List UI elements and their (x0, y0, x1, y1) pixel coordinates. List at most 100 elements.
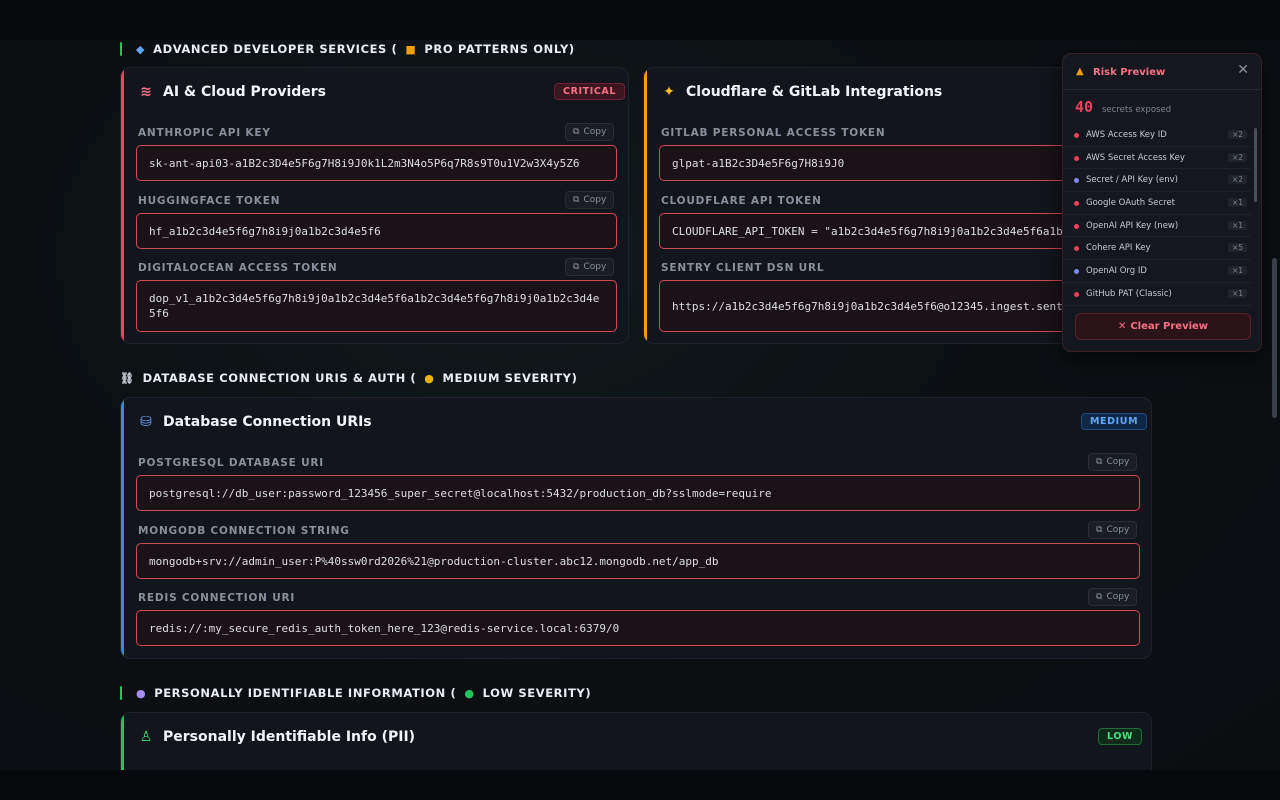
copy-label: Copy (1106, 592, 1130, 602)
secret-field[interactable]: sk-ant-api03-a1B2c3D4e5F6g7H8i9J0k1L2m3N… (136, 145, 617, 181)
copy-button[interactable]: ⧉ Copy (565, 123, 615, 141)
card-title-text: Cloudflare & GitLab Integrations (686, 84, 943, 100)
risk-item-count: ×1 (1227, 198, 1247, 208)
section-accent-bar (120, 686, 122, 700)
card-title: ✦ Cloudflare & GitLab Integrations (661, 84, 942, 100)
risk-list-item[interactable]: AWS Access Key ID ×2 (1063, 124, 1251, 147)
secret-value: sk-ant-api03-a1B2c3D4e5F6g7H8i9J0k1L2m3N… (149, 156, 580, 170)
risk-item-name: Cohere API Key (1086, 243, 1151, 254)
risk-item-count: ×2 (1227, 130, 1247, 139)
risk-item-count: ×1 (1227, 220, 1247, 230)
secret-field[interactable]: hf_a1b2c3d4e5f6g7h8i9j0a1b2c3d4e5f6 (136, 213, 617, 249)
risk-item-name: OpenAI Org ID (1086, 266, 1147, 277)
severity-dot-icon (1074, 155, 1079, 161)
severity-dot-icon (1074, 246, 1079, 252)
risk-list-item[interactable]: Secret / API Key (env) ×2 (1063, 169, 1251, 193)
secret-value: postgresql://db_user:password_123456_sup… (149, 486, 772, 500)
severity-badge: MEDIUM (1081, 413, 1148, 430)
close-icon: ✕ (1117, 321, 1127, 332)
risk-list-item[interactable]: AWS Secret Access Key ×2 (1063, 147, 1251, 170)
severity-dot-icon (1074, 223, 1079, 229)
section-accent-bar (120, 42, 122, 56)
copy-label: Copy (1106, 457, 1130, 467)
section-title: DATABASE CONNECTION URIS & AUTH ( (142, 371, 417, 385)
database-card: ⛁ Database Connection URIs MEDIUM POSTGR… (120, 397, 1152, 659)
secret-value: mongodb+srv://admin_user:P%40ssw0rd2026%… (149, 554, 719, 568)
secret-value: redis://:my_secure_redis_auth_token_here… (149, 621, 620, 635)
copy-icon: ⧉ (1096, 525, 1103, 535)
top-bar (0, 0, 1280, 40)
secret-value: glpat-a1B2c3D4e5F6g7H8i9J0 (672, 156, 845, 170)
secret-field[interactable]: postgresql://db_user:password_123456_sup… (136, 475, 1140, 511)
clear-preview-button[interactable]: ✕ Clear Preview (1075, 313, 1251, 340)
risk-list: AWS Access Key ID ×2 AWS Secret Access Key… (1063, 124, 1251, 306)
section-title-tail: MEDIUM SEVERITY) (442, 371, 578, 385)
copy-label: Copy (583, 262, 607, 272)
card-title: ⛁ Database Connection URIs (138, 414, 372, 430)
layers-icon: ≋ (140, 84, 152, 100)
field-label: MONGODB CONNECTION STRING (138, 525, 350, 537)
severity-dot-icon (1074, 291, 1079, 297)
close-icon[interactable]: ✕ (1237, 62, 1249, 78)
severity-dot-icon (1074, 201, 1079, 207)
risk-item-name: AWS Access Key ID (1086, 130, 1167, 140)
field-label: DIGITALOCEAN ACCESS TOKEN (138, 262, 338, 274)
risk-list-item[interactable]: GitHub PAT (Classic) ×1 (1063, 283, 1251, 306)
risk-list-item[interactable]: Cohere API Key ×5 (1063, 237, 1251, 261)
copy-label: Copy (1106, 525, 1130, 535)
warning-icon: ▲ (1076, 66, 1084, 77)
section-header-advanced: ◆ ADVANCED DEVELOPER SERVICES ( ■ PRO PA… (120, 42, 575, 56)
field-label: HUGGINGFACE TOKEN (138, 195, 281, 207)
risk-preview-panel: ▲ Risk Preview ✕ 40 secrets exposed AWS … (1062, 53, 1262, 352)
copy-icon: ⧉ (1096, 457, 1103, 467)
lock-icon: ■ (405, 42, 417, 56)
copy-button[interactable]: ⧉ Copy (565, 191, 615, 209)
copy-icon: ⧉ (573, 195, 580, 205)
person-icon: ● (136, 686, 147, 700)
secret-field[interactable]: mongodb+srv://admin_user:P%40ssw0rd2026%… (136, 543, 1140, 579)
risk-list-item[interactable]: Google OAuth Secret ×1 (1063, 192, 1251, 215)
link-icon: ⛓ (120, 371, 135, 385)
risk-list-item[interactable]: OpenAI Org ID ×1 (1063, 260, 1251, 283)
card-title-text: AI & Cloud Providers (163, 84, 327, 100)
secret-field[interactable]: dop_v1_a1b2c3d4e5f6g7h8i9j0a1b2c3d4e5f6a… (136, 280, 617, 332)
secrets-count-label: secrets exposed (1102, 105, 1172, 115)
field-label: CLOUDFLARE API TOKEN (661, 195, 822, 207)
main-content: ◆ ADVANCED DEVELOPER SERVICES ( ■ PRO PA… (0, 40, 1280, 770)
card-title: ♙ Personally Identifiable Info (PII) (138, 729, 415, 745)
secret-field[interactable]: redis://:my_secure_redis_auth_token_here… (136, 610, 1140, 646)
clear-preview-label: Clear Preview (1130, 321, 1209, 332)
field-label: GITLAB PERSONAL ACCESS TOKEN (661, 127, 886, 139)
risk-item-name: AWS Secret Access Key (1086, 152, 1185, 163)
risk-item-count: ×2 (1227, 152, 1247, 162)
risk-item-name: GitHub PAT (Classic) (1086, 288, 1172, 299)
copy-button[interactable]: ⧉ Copy (1088, 588, 1138, 606)
risk-item-count: ×1 (1227, 288, 1247, 298)
copy-label: Copy (583, 195, 607, 205)
section-title: PERSONALLY IDENTIFIABLE INFORMATION ( (154, 686, 457, 700)
field-label: ANTHROPIC API KEY (138, 127, 271, 139)
diamond-icon: ◆ (136, 42, 146, 56)
risk-item-name: Google OAuth Secret (1086, 198, 1176, 209)
copy-button[interactable]: ⧉ Copy (1088, 453, 1138, 471)
copy-label: Copy (583, 127, 607, 137)
secret-value: https://a1b2c3d4e5f6g7h8i9j0a1b2c3d4e5f6… (672, 299, 1090, 313)
yellow-circle-icon: ● (424, 371, 435, 385)
risk-preview-header: ▲ Risk Preview ✕ (1063, 54, 1261, 90)
copy-icon: ⧉ (573, 127, 580, 137)
copy-button[interactable]: ⧉ Copy (1088, 521, 1138, 539)
database-icon: ⛁ (140, 414, 152, 430)
risk-item-count: ×1 (1227, 266, 1247, 276)
ai-cloud-card: ≋ AI & Cloud Providers CRITICAL ANTHROPI… (120, 67, 629, 344)
field-label: REDIS CONNECTION URI (138, 592, 296, 604)
copy-icon: ⧉ (1096, 592, 1103, 602)
field-label: SENTRY CLIENT DSN URL (661, 262, 825, 274)
sparkle-icon: ✦ (663, 84, 675, 100)
severity-dot-icon (1074, 269, 1079, 275)
copy-button[interactable]: ⧉ Copy (565, 258, 615, 276)
risk-list-scrollbar[interactable] (1254, 128, 1257, 202)
severity-badge: LOW (1098, 728, 1143, 745)
risk-list-item[interactable]: OpenAI API Key (new) ×1 (1063, 215, 1251, 238)
page-scrollbar[interactable] (1272, 258, 1277, 418)
risk-item-name: OpenAI API Key (new) (1086, 220, 1179, 231)
